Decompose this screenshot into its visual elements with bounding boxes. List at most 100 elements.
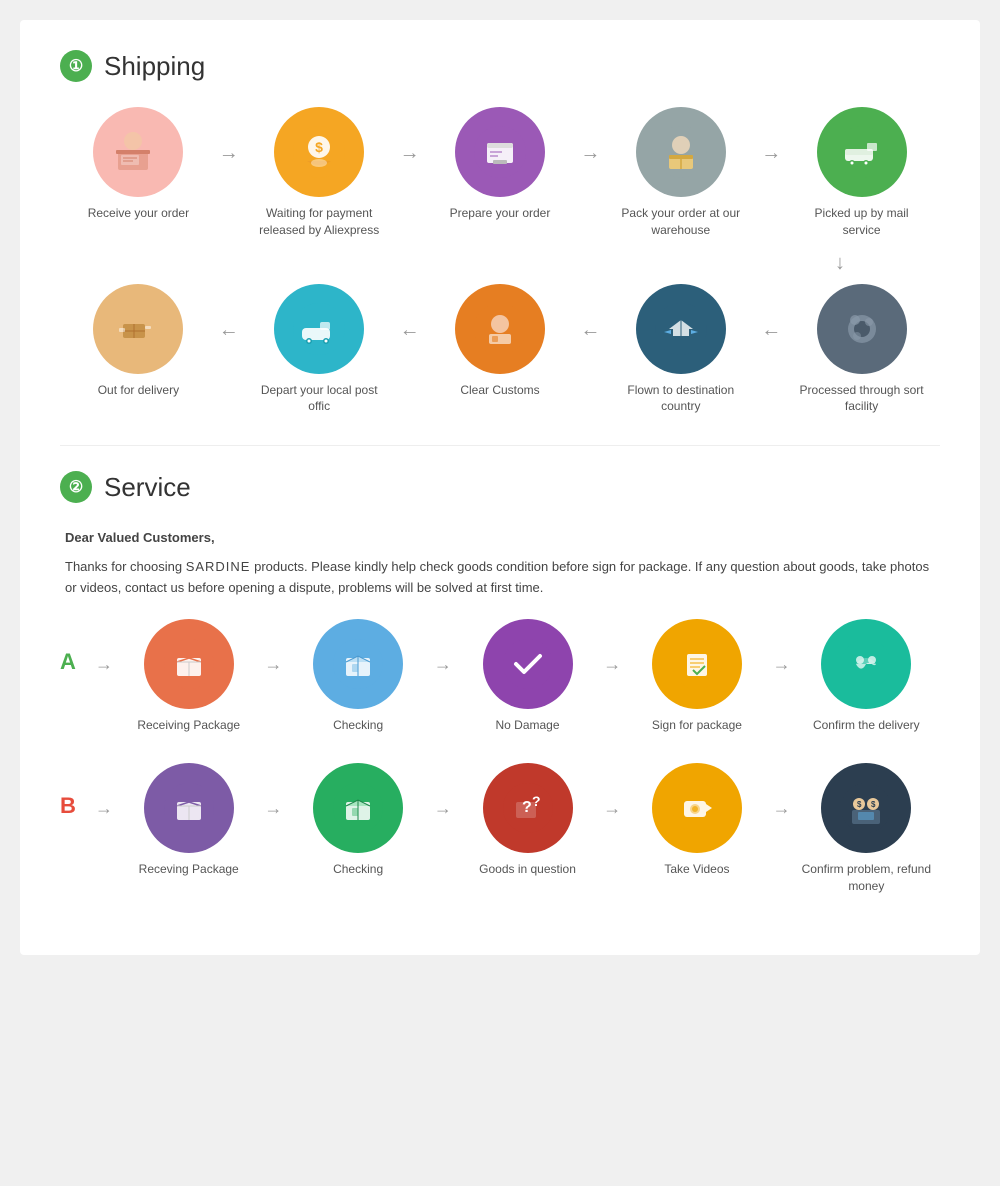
service-a-step-4-label: Sign for package: [652, 717, 742, 734]
row-a: A → Receiving Package: [60, 619, 940, 734]
service-intro: Dear Valued Customers, Thanks for choosi…: [60, 528, 940, 598]
row-b: B → Receving Package →: [60, 763, 940, 895]
receiving-package-icon: [144, 619, 234, 709]
shipping-step-4: Pack your order at our warehouse: [602, 107, 759, 239]
shipping-header: ① Shipping: [60, 50, 940, 82]
row-b-arrow-1: →: [264, 763, 282, 819]
row-a-arrow-2: →: [434, 619, 452, 675]
confirm-problem-icon: $ $: [821, 763, 911, 853]
shipping-step-8: Clear Customs: [422, 284, 579, 399]
service-section: ② Service Dear Valued Customers, Thanks …: [60, 471, 940, 895]
row-b-label: B: [60, 763, 85, 819]
receiving-package-b-icon: [144, 763, 234, 853]
shipping-step-6-label: Out for delivery: [98, 382, 179, 399]
confirm-delivery-icon: [821, 619, 911, 709]
shipping-step-3-label: Prepare your order: [450, 205, 551, 222]
checking-icon-a: [313, 619, 403, 709]
shipping-step-6: Out for delivery: [60, 284, 217, 399]
shipping-flow: Receive your order → $ Waiting for payme…: [60, 107, 940, 415]
row-a-arrow-start: →: [95, 619, 113, 675]
delivery-icon: [93, 284, 183, 374]
shipping-title: Shipping: [104, 51, 205, 82]
arrow-down: ↓: [795, 249, 885, 279]
service-a-step-3-label: No Damage: [496, 717, 560, 734]
prepare-order-icon: [455, 107, 545, 197]
service-b-step-3-label: Goods in question: [479, 861, 576, 878]
shipping-step-10: Processed through sort facility: [783, 284, 940, 416]
service-b-step-4-label: Take Videos: [664, 861, 729, 878]
row-a-arrow-3: →: [603, 619, 621, 675]
service-b-step-5-label: Confirm problem, refund money: [801, 861, 931, 895]
shipping-step-4-label: Pack your order at our warehouse: [616, 205, 746, 239]
shipping-step-5-label: Picked up by mail service: [797, 205, 927, 239]
service-a-step-4: Sign for package: [623, 619, 770, 734]
local-post-icon: [274, 284, 364, 374]
row-a-label: A: [60, 619, 85, 675]
sort-facility-icon: [817, 284, 907, 374]
svg-text:$: $: [871, 800, 876, 809]
svg-text:$: $: [315, 139, 323, 155]
shipping-step-9-label: Flown to destination country: [616, 382, 746, 416]
shipping-step-2-label: Waiting for payment released by Aliexpre…: [254, 205, 384, 239]
arrow-8-7: ←: [400, 284, 420, 342]
service-row-b: B → Receving Package →: [60, 763, 940, 895]
shipping-step-10-label: Processed through sort facility: [797, 382, 927, 416]
service-b-step-2: Checking: [284, 763, 431, 878]
row-b-arrow-start: →: [95, 763, 113, 819]
shipping-step-9: Flown to destination country: [602, 284, 759, 416]
pickup-icon: [817, 107, 907, 197]
main-page: ① Shipping Receive your order: [20, 20, 980, 955]
shipping-step-7-label: Depart your local post offic: [254, 382, 384, 416]
service-title: Service: [104, 472, 191, 503]
arrow-2-3: →: [400, 107, 420, 165]
shipping-step-2: $ Waiting for payment released by Aliexp…: [241, 107, 398, 239]
service-a-step-3: No Damage: [454, 619, 601, 734]
take-videos-icon: [652, 763, 742, 853]
service-b-step-5: $ $ Confirm problem, refund money: [793, 763, 940, 895]
arrow-3-4: →: [580, 107, 600, 165]
intro-body: Thanks for choosing SARDINE products. Pl…: [65, 557, 940, 599]
shipping-number: ①: [60, 50, 92, 82]
arrow-7-6: ←: [219, 284, 239, 342]
shipping-step-8-label: Clear Customs: [460, 382, 539, 399]
payment-icon: $: [274, 107, 364, 197]
service-b-step-2-label: Checking: [333, 861, 383, 878]
pack-order-icon: [636, 107, 726, 197]
service-b-step-1-label: Receving Package: [139, 861, 239, 878]
goods-question-icon: ? ?: [483, 763, 573, 853]
shipping-row2: Out for delivery ← Depart your l: [60, 284, 940, 416]
service-b-step-1: Receving Package: [115, 763, 262, 878]
flight-icon: [636, 284, 726, 374]
shipping-row1: Receive your order → $ Waiting for payme…: [60, 107, 940, 239]
service-a-step-5-label: Confirm the delivery: [813, 717, 920, 734]
checking-b-icon: [313, 763, 403, 853]
arrow-10-9: ←: [761, 284, 781, 342]
service-b-step-4: Take Videos: [623, 763, 770, 878]
shipping-step-3: Prepare your order: [422, 107, 579, 222]
service-a-step-5: Confirm the delivery: [793, 619, 940, 734]
arrow-1-2: →: [219, 107, 239, 165]
shipping-step-5: Picked up by mail service: [783, 107, 940, 239]
section-divider: [60, 445, 940, 446]
service-number: ②: [60, 471, 92, 503]
service-header: ② Service: [60, 471, 940, 503]
arrow-9-8: ←: [580, 284, 600, 342]
sign-package-icon: [652, 619, 742, 709]
row-b-arrow-2: →: [434, 763, 452, 819]
shipping-step-1: Receive your order: [60, 107, 217, 222]
service-a-step-2-label: Checking: [333, 717, 383, 734]
intro-bold: Dear Valued Customers,: [65, 530, 215, 545]
service-row-a: A → Receiving Package: [60, 619, 940, 734]
service-a-step-2: Checking: [284, 619, 431, 734]
down-arrow-container: ↓: [60, 249, 940, 279]
service-a-step-1-label: Receiving Package: [137, 717, 240, 734]
service-a-step-1: Receiving Package: [115, 619, 262, 734]
service-b-step-3: ? ? Goods in question: [454, 763, 601, 878]
customs-icon: [455, 284, 545, 374]
row-a-arrow-4: →: [773, 619, 791, 675]
no-damage-icon: [483, 619, 573, 709]
shipping-step-7: Depart your local post offic: [241, 284, 398, 416]
row-a-arrow-1: →: [264, 619, 282, 675]
row-b-arrow-3: →: [603, 763, 621, 819]
svg-text:$: $: [857, 800, 862, 809]
